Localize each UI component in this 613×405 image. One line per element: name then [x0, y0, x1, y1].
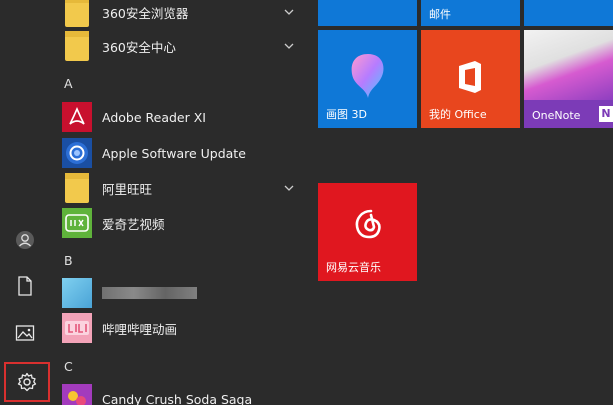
list-item-label: 360安全浏览器	[102, 5, 189, 21]
folder-icon	[62, 31, 92, 61]
tile-paint-3d[interactable]: 画图 3D	[318, 30, 417, 128]
pictures-button[interactable]	[0, 313, 50, 353]
tile-label: OneNote	[532, 109, 581, 122]
netease-music-icon	[355, 209, 381, 239]
section-header-a[interactable]: A	[64, 76, 73, 91]
settings-button[interactable]	[4, 362, 50, 402]
tile-mail-ext[interactable]	[524, 0, 613, 26]
app-list[interactable]: 360安全浏览器 360安全中心 A Adobe Reader XI Apple…	[50, 0, 308, 405]
list-item-aliwangwang[interactable]: 阿里旺旺	[50, 170, 308, 206]
list-item-label: 360安全中心	[102, 39, 176, 55]
tile-label: 网易云音乐	[326, 261, 381, 274]
user-icon	[16, 231, 34, 249]
list-item-iqiyi[interactable]: 爱奇艺视频	[50, 205, 308, 241]
settings-icon	[17, 372, 37, 392]
documents-button[interactable]	[0, 266, 50, 306]
tile-label: 画图 3D	[326, 108, 367, 121]
tile-label-mail: 邮件	[429, 8, 451, 21]
candy-crush-icon	[62, 384, 92, 405]
list-item-360browser[interactable]: 360安全浏览器	[50, 0, 308, 30]
list-item-apple-software-update[interactable]: Apple Software Update	[50, 135, 308, 171]
tile-mail-right[interactable]: 邮件	[421, 0, 520, 26]
tile-label: 我的 Office	[429, 108, 487, 121]
list-item-blurred[interactable]	[50, 275, 308, 311]
bilibili-icon	[62, 313, 92, 343]
start-rail	[0, 0, 50, 405]
chevron-down-icon	[284, 43, 294, 49]
chevron-down-icon	[284, 185, 294, 191]
section-header-b[interactable]: B	[64, 253, 73, 268]
tile-my-office[interactable]: 我的 Office	[421, 30, 520, 128]
onenote-badge-icon: N	[599, 106, 613, 122]
tile-netease-music[interactable]: 网易云音乐	[318, 183, 417, 281]
list-item-label: Adobe Reader XI	[102, 109, 206, 125]
tile-mail[interactable]	[318, 0, 417, 26]
folder-icon	[62, 0, 92, 27]
list-item-adobe-reader[interactable]: Adobe Reader XI	[50, 99, 308, 135]
list-item-label: Apple Software Update	[102, 145, 246, 161]
office-icon	[459, 61, 481, 93]
document-icon	[18, 276, 32, 296]
paint-3d-icon	[351, 54, 384, 98]
chevron-down-icon	[284, 9, 294, 15]
blurred-app-icon	[62, 278, 92, 308]
blurred-app-label	[102, 287, 197, 299]
user-account-button[interactable]	[0, 220, 50, 260]
section-header-c[interactable]: C	[64, 359, 73, 374]
list-item-360center[interactable]: 360安全中心	[50, 28, 308, 64]
list-item-bilibili[interactable]: 哔哩哔哩动画	[50, 310, 308, 346]
list-item-label: Candy Crush Soda Saga	[102, 391, 253, 405]
tile-onenote[interactable]: OneNote N	[524, 30, 613, 128]
apple-update-icon	[62, 138, 92, 168]
pictures-icon	[15, 325, 35, 341]
list-item-label: 爱奇艺视频	[102, 216, 165, 232]
iqiyi-icon	[62, 208, 92, 238]
adobe-reader-icon	[62, 102, 92, 132]
onenote-artwork	[524, 30, 613, 100]
list-item-label: 阿里旺旺	[102, 181, 153, 197]
list-item-label: 哔哩哔哩动画	[102, 321, 178, 337]
list-item-candy-crush[interactable]: Candy Crush Soda Saga	[50, 381, 308, 405]
folder-icon	[62, 173, 92, 203]
